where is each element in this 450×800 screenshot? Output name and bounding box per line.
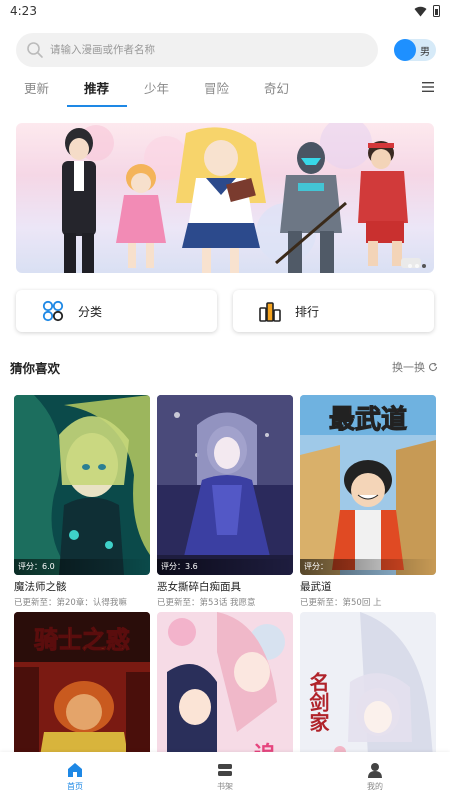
toggle-knob — [394, 39, 416, 61]
search-box[interactable] — [16, 33, 378, 67]
tab-indicator — [67, 105, 127, 107]
banner-pagination — [408, 264, 426, 268]
tab-shonen[interactable]: 少年 — [144, 78, 169, 97]
tab-recommend[interactable]: 推荐 — [84, 78, 109, 97]
nav-home-label: 首页 — [67, 782, 83, 791]
comic-update: 已更新至：第20章：认得我嘛 — [14, 598, 127, 608]
comic-update: 已更新至：第50回 上 — [300, 598, 382, 608]
comic-card[interactable]: 最武道 评分： 最武道 已更新至：第50回 上 — [300, 395, 436, 608]
status-time: 4:23 — [10, 4, 37, 18]
gender-toggle[interactable]: 男 — [394, 39, 436, 61]
status-bar: 4:23 — [0, 0, 450, 22]
comic-card[interactable]: 评分：6.0 魔法师之骸 已更新至：第20章：认得我嘛 — [14, 395, 150, 608]
tab-update[interactable]: 更新 — [24, 78, 49, 97]
tab-adventure[interactable]: 冒险 — [204, 78, 229, 97]
profile-icon — [368, 763, 382, 778]
nav-profile-label: 我的 — [367, 782, 383, 791]
refresh-icon — [429, 362, 438, 372]
section-title: 猜你喜欢 — [10, 361, 61, 376]
comic-card[interactable]: 评分：3.6 恶女撕碎白痴面具 已更新至：第53话 我愿意 — [157, 395, 293, 608]
wifi-icon — [414, 6, 427, 16]
comic-title[interactable]: 魔法师之骸 — [14, 579, 150, 594]
banner-illustration — [62, 123, 421, 273]
gender-label: 男 — [420, 47, 430, 58]
score-label: 评分：3.6 — [157, 559, 293, 575]
battery-icon — [433, 5, 440, 17]
ranking-icon — [259, 302, 281, 322]
cover-art — [157, 395, 293, 575]
score-label: 评分： — [300, 559, 436, 575]
cover-art: 最武道 — [300, 395, 436, 575]
nav-profile[interactable]: 我的 — [300, 752, 450, 800]
search-row: 男 — [16, 33, 440, 67]
category-label: 分类 — [78, 304, 103, 319]
comic-cover[interactable]: 评分：3.6 — [157, 395, 293, 575]
refresh-button[interactable]: 换一换 — [392, 359, 438, 375]
comic-cover[interactable]: 最武道 评分： — [300, 395, 436, 575]
bottom-nav: 首页 书架 我的 — [0, 752, 450, 800]
menu-icon[interactable] — [422, 82, 434, 92]
nav-bookshelf[interactable]: 书架 — [150, 752, 300, 800]
refresh-label: 换一换 — [392, 361, 425, 374]
comic-title[interactable]: 最武道 — [300, 579, 436, 594]
cover-art — [14, 395, 150, 575]
nav-bookshelf-label: 书架 — [217, 782, 233, 791]
search-icon — [27, 42, 43, 58]
cover-title-text: 最武道 — [329, 404, 407, 435]
comic-update: 已更新至：第53话 我愿意 — [157, 598, 256, 608]
comic-title[interactable]: 恶女撕碎白痴面具 — [157, 579, 293, 594]
cover-title-text: 名剑家 — [306, 671, 330, 732]
home-icon — [68, 763, 82, 777]
nav-home[interactable]: 首页 — [0, 752, 150, 800]
tab-fantasy[interactable]: 奇幻 — [264, 78, 289, 97]
category-tabs: 更新 推荐 少年 冒险 奇幻 — [0, 72, 450, 108]
comic-cover[interactable]: 评分：6.0 — [14, 395, 150, 575]
ranking-label: 排行 — [295, 304, 320, 319]
bookshelf-icon — [218, 764, 232, 776]
ranking-button[interactable]: 排行 — [233, 290, 434, 332]
cover-title-text: 骑士之惑 — [34, 626, 130, 654]
category-icon — [42, 300, 64, 322]
search-input[interactable] — [50, 44, 350, 56]
category-button[interactable]: 分类 — [16, 290, 217, 332]
score-label: 评分：6.0 — [14, 559, 150, 575]
featured-banner[interactable] — [16, 123, 434, 273]
